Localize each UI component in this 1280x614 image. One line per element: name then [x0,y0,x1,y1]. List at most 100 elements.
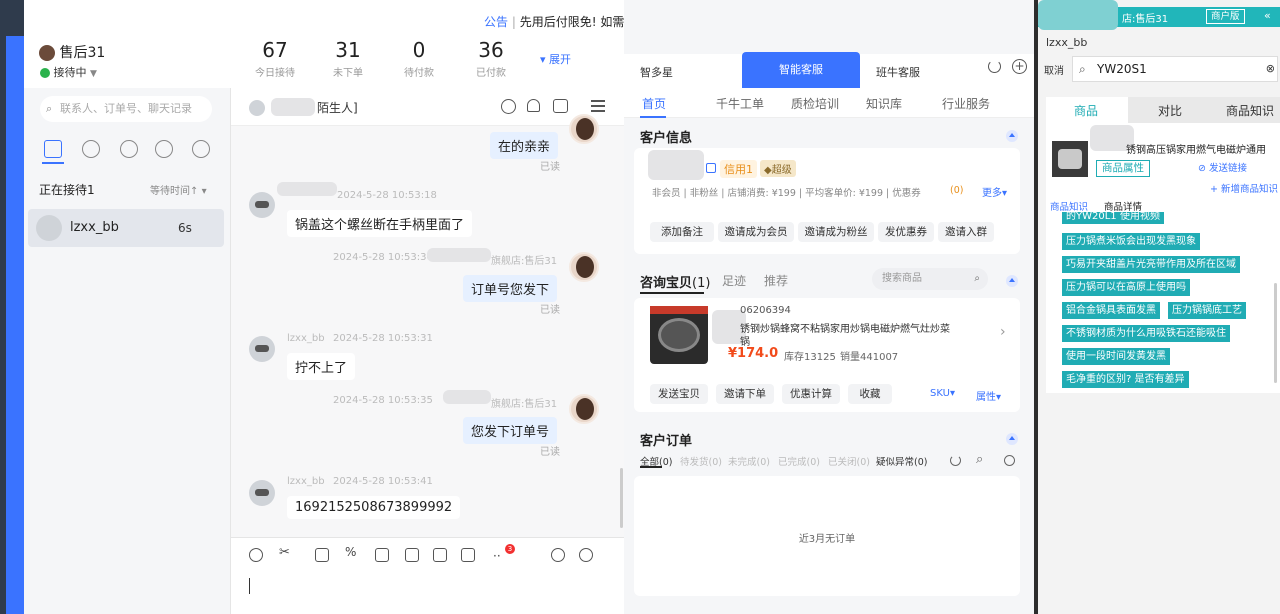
scissors-icon[interactable]: ✂ [279,545,293,560]
order-filter-closed[interactable]: 已关闭(0) [828,454,870,468]
message-time: 2024-5-28 10:53:41 [333,476,433,487]
contact-tab-icon[interactable] [120,140,138,158]
chevron-down-icon[interactable]: ▼ [90,69,97,79]
user-icon[interactable] [527,99,540,112]
invite-fan-button[interactable]: 邀请成为粉丝 [798,222,874,242]
upload-icon[interactable] [315,548,329,562]
knowledge-tag[interactable]: 不锈钢材质为什么用吸铁石还能吸住 [1062,325,1230,342]
more-link[interactable]: 更多▾ [982,184,1007,199]
chat-scrollbar[interactable] [620,468,623,528]
subnav-knowledge[interactable]: 知识库 [866,95,902,112]
refresh-icon[interactable] [988,60,1001,73]
subnav-workorder[interactable]: 千牛工单 [716,95,764,112]
document-icon[interactable] [433,548,447,562]
expand-button[interactable]: ▾ 展开 [540,51,571,67]
sku-dropdown[interactable]: SKU▾ [930,388,955,399]
tab-product[interactable]: 商品 [1074,102,1098,119]
tab-banniu[interactable]: 班牛客服 [876,64,920,80]
status-label[interactable]: 接待中 [54,66,87,79]
avatar[interactable] [39,45,55,61]
emoji-icon[interactable] [249,548,263,562]
org-tab-icon[interactable] [192,140,210,158]
message-composer[interactable]: ✂ % ·· 3 [231,537,624,614]
knowledge-tag[interactable]: 压力锅可以在高原上使用吗 [1062,279,1190,296]
footprint-tab[interactable]: 足迹 [722,272,746,289]
order-filter-finished[interactable]: 已完成(0) [778,454,820,468]
product-search-input[interactable]: 搜索商品 ⌕ [872,268,988,290]
knowledge-tag[interactable]: 的YW20L1 [1062,212,1121,224]
subnav-industry[interactable]: 行业服务 [942,95,990,112]
diamond-icon[interactable] [405,548,419,562]
knowledge-tag[interactable]: 使用视频 [1116,212,1164,224]
product-search-input[interactable]: ⌕ YW20S1 ⊗ [1072,56,1278,82]
settings-chat-icon[interactable] [579,548,593,562]
consult-tab[interactable]: 咨询宝贝(1) [640,272,710,291]
check-chat-icon[interactable] [461,548,475,562]
menu-icon[interactable] [591,100,605,102]
tab-zhiduoxing[interactable]: 智多星 [640,64,673,80]
add-knowledge-link[interactable]: + 新增商品知识 [1210,181,1278,195]
order-filter-pending[interactable]: 待发货(0) [680,454,722,468]
wait-sort-dropdown[interactable]: 等待时间↑ ▾ [150,182,207,197]
send-product-button[interactable]: 发送宝贝 [650,384,708,404]
knowledge-tag[interactable]: 使用一段时间发黄发黑 [1062,348,1170,365]
clear-icon[interactable]: ⊗ [1266,57,1275,81]
knowledge-tag[interactable]: 巧易开夹甜盖片光亮带作用及所在区域 [1062,256,1240,273]
collapse-icon[interactable] [1006,130,1018,142]
coupon-count: (0) [950,185,964,196]
order-filter-unfinished[interactable]: 未完成(0) [728,454,770,468]
subnav-home[interactable]: 首页 [642,95,666,112]
checklist-icon[interactable] [553,99,568,113]
invite-member-button[interactable]: 邀请成为会员 [718,222,794,242]
tab-knowledge[interactable]: 商品知识 [1226,102,1274,119]
knowledge-tag[interactable]: 压力锅煮米饭会出现发黑现象 [1062,233,1200,250]
product-title[interactable]: 锈钢炒锅蜂窝不粘锅家用炒锅电磁炉燃气灶炒菜 [740,320,950,335]
collapse-left-icon[interactable]: « [1264,9,1271,22]
exchange-icon[interactable] [375,548,389,562]
attribute-dropdown[interactable]: 属性▾ [976,388,1001,403]
transfer-icon[interactable] [501,99,516,114]
refresh-icon[interactable] [950,455,961,466]
subnav-training[interactable]: 质检培训 [791,95,839,112]
add-remark-button[interactable]: 添加备注 [650,222,714,242]
chevron-right-icon[interactable]: › [1000,324,1006,340]
agent-avatar [569,252,599,282]
product-attribute-button[interactable]: 商品属性 [1096,160,1150,177]
subtab-knowledge[interactable]: 商品知识 [1050,199,1088,213]
knowledge-tag[interactable]: 毛净重的区别? 是否有差异 [1062,371,1189,388]
collapse-icon[interactable] [1006,275,1018,287]
agent-name: 售后31 [59,45,106,61]
session-item[interactable]: lzxx_bb 6s [28,209,224,247]
subtab-detail[interactable]: 商品详情 [1104,199,1142,213]
chat-header: 陌生人] [231,88,624,126]
more-icon[interactable]: ·· [493,549,501,563]
favorite-button[interactable]: 收藏 [848,384,892,404]
search-icon[interactable]: ⌕ [976,452,983,467]
discount-icon[interactable]: % [345,545,359,559]
knowledge-tag[interactable]: 铝合金锅具表面发黑 [1062,302,1160,319]
add-icon[interactable]: + [1012,59,1027,74]
session-sidebar: ⌕ 联系人、订单号、聊天记录 正在接待1 等待时间↑ ▾ lzxx_bb 6s [24,88,230,614]
invite-order-button[interactable]: 邀请下单 [716,384,774,404]
send-coupon-button[interactable]: 发优惠券 [878,222,934,242]
history-tab-icon[interactable] [82,140,100,158]
product-image[interactable] [650,306,708,364]
contact-search-input[interactable]: ⌕ 联系人、订单号、聊天记录 [40,96,212,122]
share-icon[interactable] [551,548,565,562]
group-tab-icon[interactable] [155,140,173,158]
recommend-tab[interactable]: 推荐 [764,272,788,289]
merchant-version-button[interactable]: 商户版 [1206,9,1245,24]
chat-tab-icon[interactable] [44,140,62,158]
order-filter-abnormal[interactable]: 疑似异常(0) [876,454,927,468]
tab-smart-service[interactable]: 智能客服 [742,52,860,88]
discount-calc-button[interactable]: 优惠计算 [782,384,840,404]
collapse-icon[interactable] [1006,433,1018,445]
tab-compare[interactable]: 对比 [1158,102,1182,119]
helper-scrollbar[interactable] [1274,283,1277,383]
knowledge-tag[interactable]: 压力锅锅底工艺 [1168,302,1246,319]
product-image[interactable] [1052,141,1088,177]
send-link-button[interactable]: ⊘ 发送链接 [1198,160,1247,174]
cancel-button[interactable]: 取消 [1044,62,1064,77]
invite-group-button[interactable]: 邀请入群 [938,222,994,242]
history-icon[interactable] [1004,455,1015,466]
